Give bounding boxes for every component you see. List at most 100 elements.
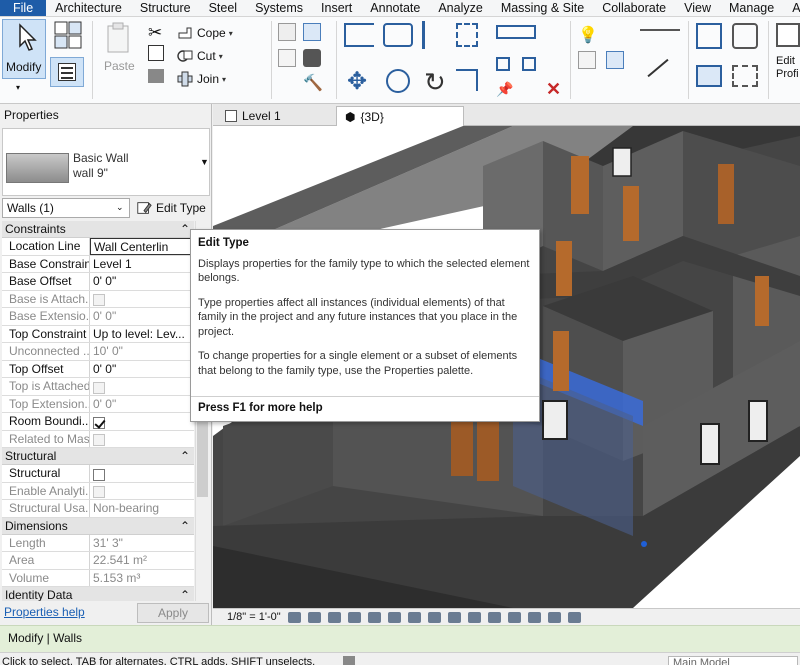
section-structural[interactable]: Structural ⌃ bbox=[2, 448, 194, 465]
disassemble-icon[interactable] bbox=[732, 65, 758, 87]
array-icon[interactable] bbox=[496, 57, 510, 71]
tab-structure[interactable]: Structure bbox=[131, 0, 200, 16]
edit-type-button[interactable]: Edit Type bbox=[136, 198, 208, 218]
sun-path-icon[interactable] bbox=[327, 611, 341, 623]
tab-add-ins[interactable]: Add-Ins bbox=[783, 0, 800, 16]
tab-systems[interactable]: Systems bbox=[246, 0, 312, 16]
section-identity-data[interactable]: Identity Data ⌃ bbox=[2, 587, 194, 601]
tab-insert[interactable]: Insert bbox=[312, 0, 361, 16]
scissors-icon[interactable]: ✂ bbox=[148, 23, 162, 43]
collapse-icon[interactable]: ⌃ bbox=[180, 587, 190, 601]
section-constraints[interactable]: Constraints ⌃ bbox=[2, 221, 194, 238]
delete-icon[interactable]: ✕ bbox=[546, 79, 561, 100]
apply-button[interactable]: Apply bbox=[137, 603, 209, 623]
paste-label[interactable]: Paste bbox=[104, 59, 135, 73]
collapse-icon[interactable]: ⌃ bbox=[180, 448, 190, 464]
chevron-down-icon[interactable]: ⌄ bbox=[116, 202, 124, 213]
type-selector[interactable]: Basic Wall wall 9" ▼ bbox=[2, 128, 210, 196]
edit-profile-label[interactable]: Edit Profi bbox=[776, 55, 799, 81]
scale-icon[interactable] bbox=[522, 57, 536, 71]
worksharing-icon[interactable] bbox=[487, 611, 501, 623]
worksets-icon[interactable] bbox=[343, 656, 355, 665]
structural-checkbox[interactable] bbox=[93, 468, 105, 481]
create-similar-icon[interactable] bbox=[606, 51, 624, 69]
tab-architecture[interactable]: Architecture bbox=[46, 0, 131, 16]
prop-value[interactable]: 0' 0" bbox=[90, 361, 194, 378]
tab-manage[interactable]: Manage bbox=[720, 0, 783, 16]
wall-joins-icon[interactable] bbox=[303, 23, 321, 41]
split-face-icon[interactable] bbox=[278, 49, 296, 67]
collapse-icon[interactable]: ⌃ bbox=[180, 221, 190, 237]
tab-annotate[interactable]: Annotate bbox=[361, 0, 429, 16]
measure-icon[interactable]: 💡 bbox=[578, 25, 598, 45]
join-button[interactable]: Join ▾ bbox=[176, 70, 226, 88]
detail-level-icon[interactable] bbox=[287, 611, 301, 623]
split-element-icon[interactable] bbox=[496, 25, 536, 39]
create-parts-icon[interactable] bbox=[696, 65, 722, 87]
reveal-constraints-icon[interactable] bbox=[547, 611, 561, 623]
prop-row[interactable]: Room Boundi... bbox=[2, 413, 194, 431]
view-settings-icon[interactable] bbox=[567, 611, 581, 623]
view-scale[interactable]: 1/8" = 1'-0" bbox=[227, 611, 281, 623]
create-group-icon[interactable] bbox=[696, 23, 722, 49]
render-icon[interactable] bbox=[367, 611, 381, 623]
tab-collaborate[interactable]: Collaborate bbox=[593, 0, 675, 16]
visual-style-icon[interactable] bbox=[307, 611, 321, 623]
offset-icon[interactable] bbox=[383, 23, 413, 47]
prop-value[interactable]: Level 1 bbox=[90, 256, 194, 273]
geometry-tools-icon[interactable] bbox=[278, 23, 296, 41]
chevron-down-icon[interactable]: ▼ bbox=[200, 157, 209, 167]
crop-view-icon[interactable] bbox=[387, 611, 401, 623]
tab-3d-view[interactable]: ⬢ {3D} bbox=[336, 106, 464, 126]
prop-row[interactable]: Location Line Wall Centerlin bbox=[2, 238, 194, 256]
align-icon[interactable] bbox=[344, 23, 374, 47]
prop-value[interactable] bbox=[90, 465, 194, 482]
highlight-displacement-icon[interactable] bbox=[527, 611, 541, 623]
tab-level-1[interactable]: Level 1 bbox=[217, 106, 289, 126]
prop-row[interactable]: Top Constraint Up to level: Lev... bbox=[2, 325, 194, 343]
show-crop-icon[interactable] bbox=[407, 611, 421, 623]
lock-view-icon[interactable] bbox=[427, 611, 441, 623]
demolish-icon[interactable]: 🔨 bbox=[303, 73, 323, 93]
analytical-model-icon[interactable] bbox=[507, 611, 521, 623]
copy-icon[interactable] bbox=[148, 45, 164, 61]
element-filter-dropdown[interactable]: Walls (1) bbox=[2, 198, 130, 218]
room-bounding-checkbox[interactable] bbox=[93, 416, 105, 429]
prop-row[interactable]: Structural bbox=[2, 465, 194, 483]
tab-massing-site[interactable]: Massing & Site bbox=[492, 0, 593, 16]
temporary-hide-icon[interactable] bbox=[447, 611, 461, 623]
measure-icon-2[interactable] bbox=[578, 51, 596, 69]
type-properties-icon[interactable] bbox=[52, 19, 86, 53]
tab-view[interactable]: View bbox=[675, 0, 720, 16]
prop-value[interactable]: Up to level: Lev... bbox=[90, 326, 194, 343]
tab-file[interactable]: File bbox=[0, 0, 47, 16]
mirror-draw-axis-icon[interactable] bbox=[456, 23, 478, 47]
tab-steel[interactable]: Steel bbox=[200, 0, 247, 16]
trim-extend-icon[interactable] bbox=[456, 69, 478, 91]
create-assembly-icon[interactable] bbox=[732, 23, 758, 49]
properties-help-link[interactable]: Properties help bbox=[4, 605, 85, 619]
pin-icon[interactable]: 📌 bbox=[496, 81, 513, 98]
shadows-icon[interactable] bbox=[347, 611, 361, 623]
cut-button[interactable]: Cut ▾ bbox=[176, 47, 223, 65]
move-icon[interactable]: ✥ bbox=[347, 67, 367, 96]
reveal-hidden-icon[interactable] bbox=[467, 611, 481, 623]
tab-analyze[interactable]: Analyze bbox=[429, 0, 491, 16]
prop-row[interactable]: Base Constraint Level 1 bbox=[2, 255, 194, 273]
rotate-icon[interactable]: ↻ bbox=[424, 67, 446, 98]
mirror-pick-axis-icon[interactable] bbox=[422, 21, 448, 49]
collapse-icon[interactable]: ⌃ bbox=[180, 518, 190, 534]
select-dropdown-icon[interactable]: ▾ bbox=[16, 83, 20, 92]
prop-row[interactable]: Base Offset 0' 0" bbox=[2, 273, 194, 291]
edit-profile-icon[interactable] bbox=[776, 23, 800, 47]
clipboard-icon[interactable] bbox=[101, 21, 135, 55]
prop-value[interactable] bbox=[90, 413, 194, 430]
copy-elements-icon[interactable] bbox=[386, 69, 410, 93]
active-model-dropdown[interactable]: Main Model bbox=[668, 656, 798, 665]
section-dimensions[interactable]: Dimensions ⌃ bbox=[2, 517, 194, 535]
prop-value[interactable]: Wall Centerlin bbox=[90, 238, 194, 255]
properties-toggle-button[interactable] bbox=[50, 57, 84, 87]
match-properties-icon[interactable] bbox=[148, 69, 164, 83]
angle-dimension-icon[interactable] bbox=[647, 58, 669, 78]
modify-button[interactable]: Modify bbox=[2, 19, 46, 79]
